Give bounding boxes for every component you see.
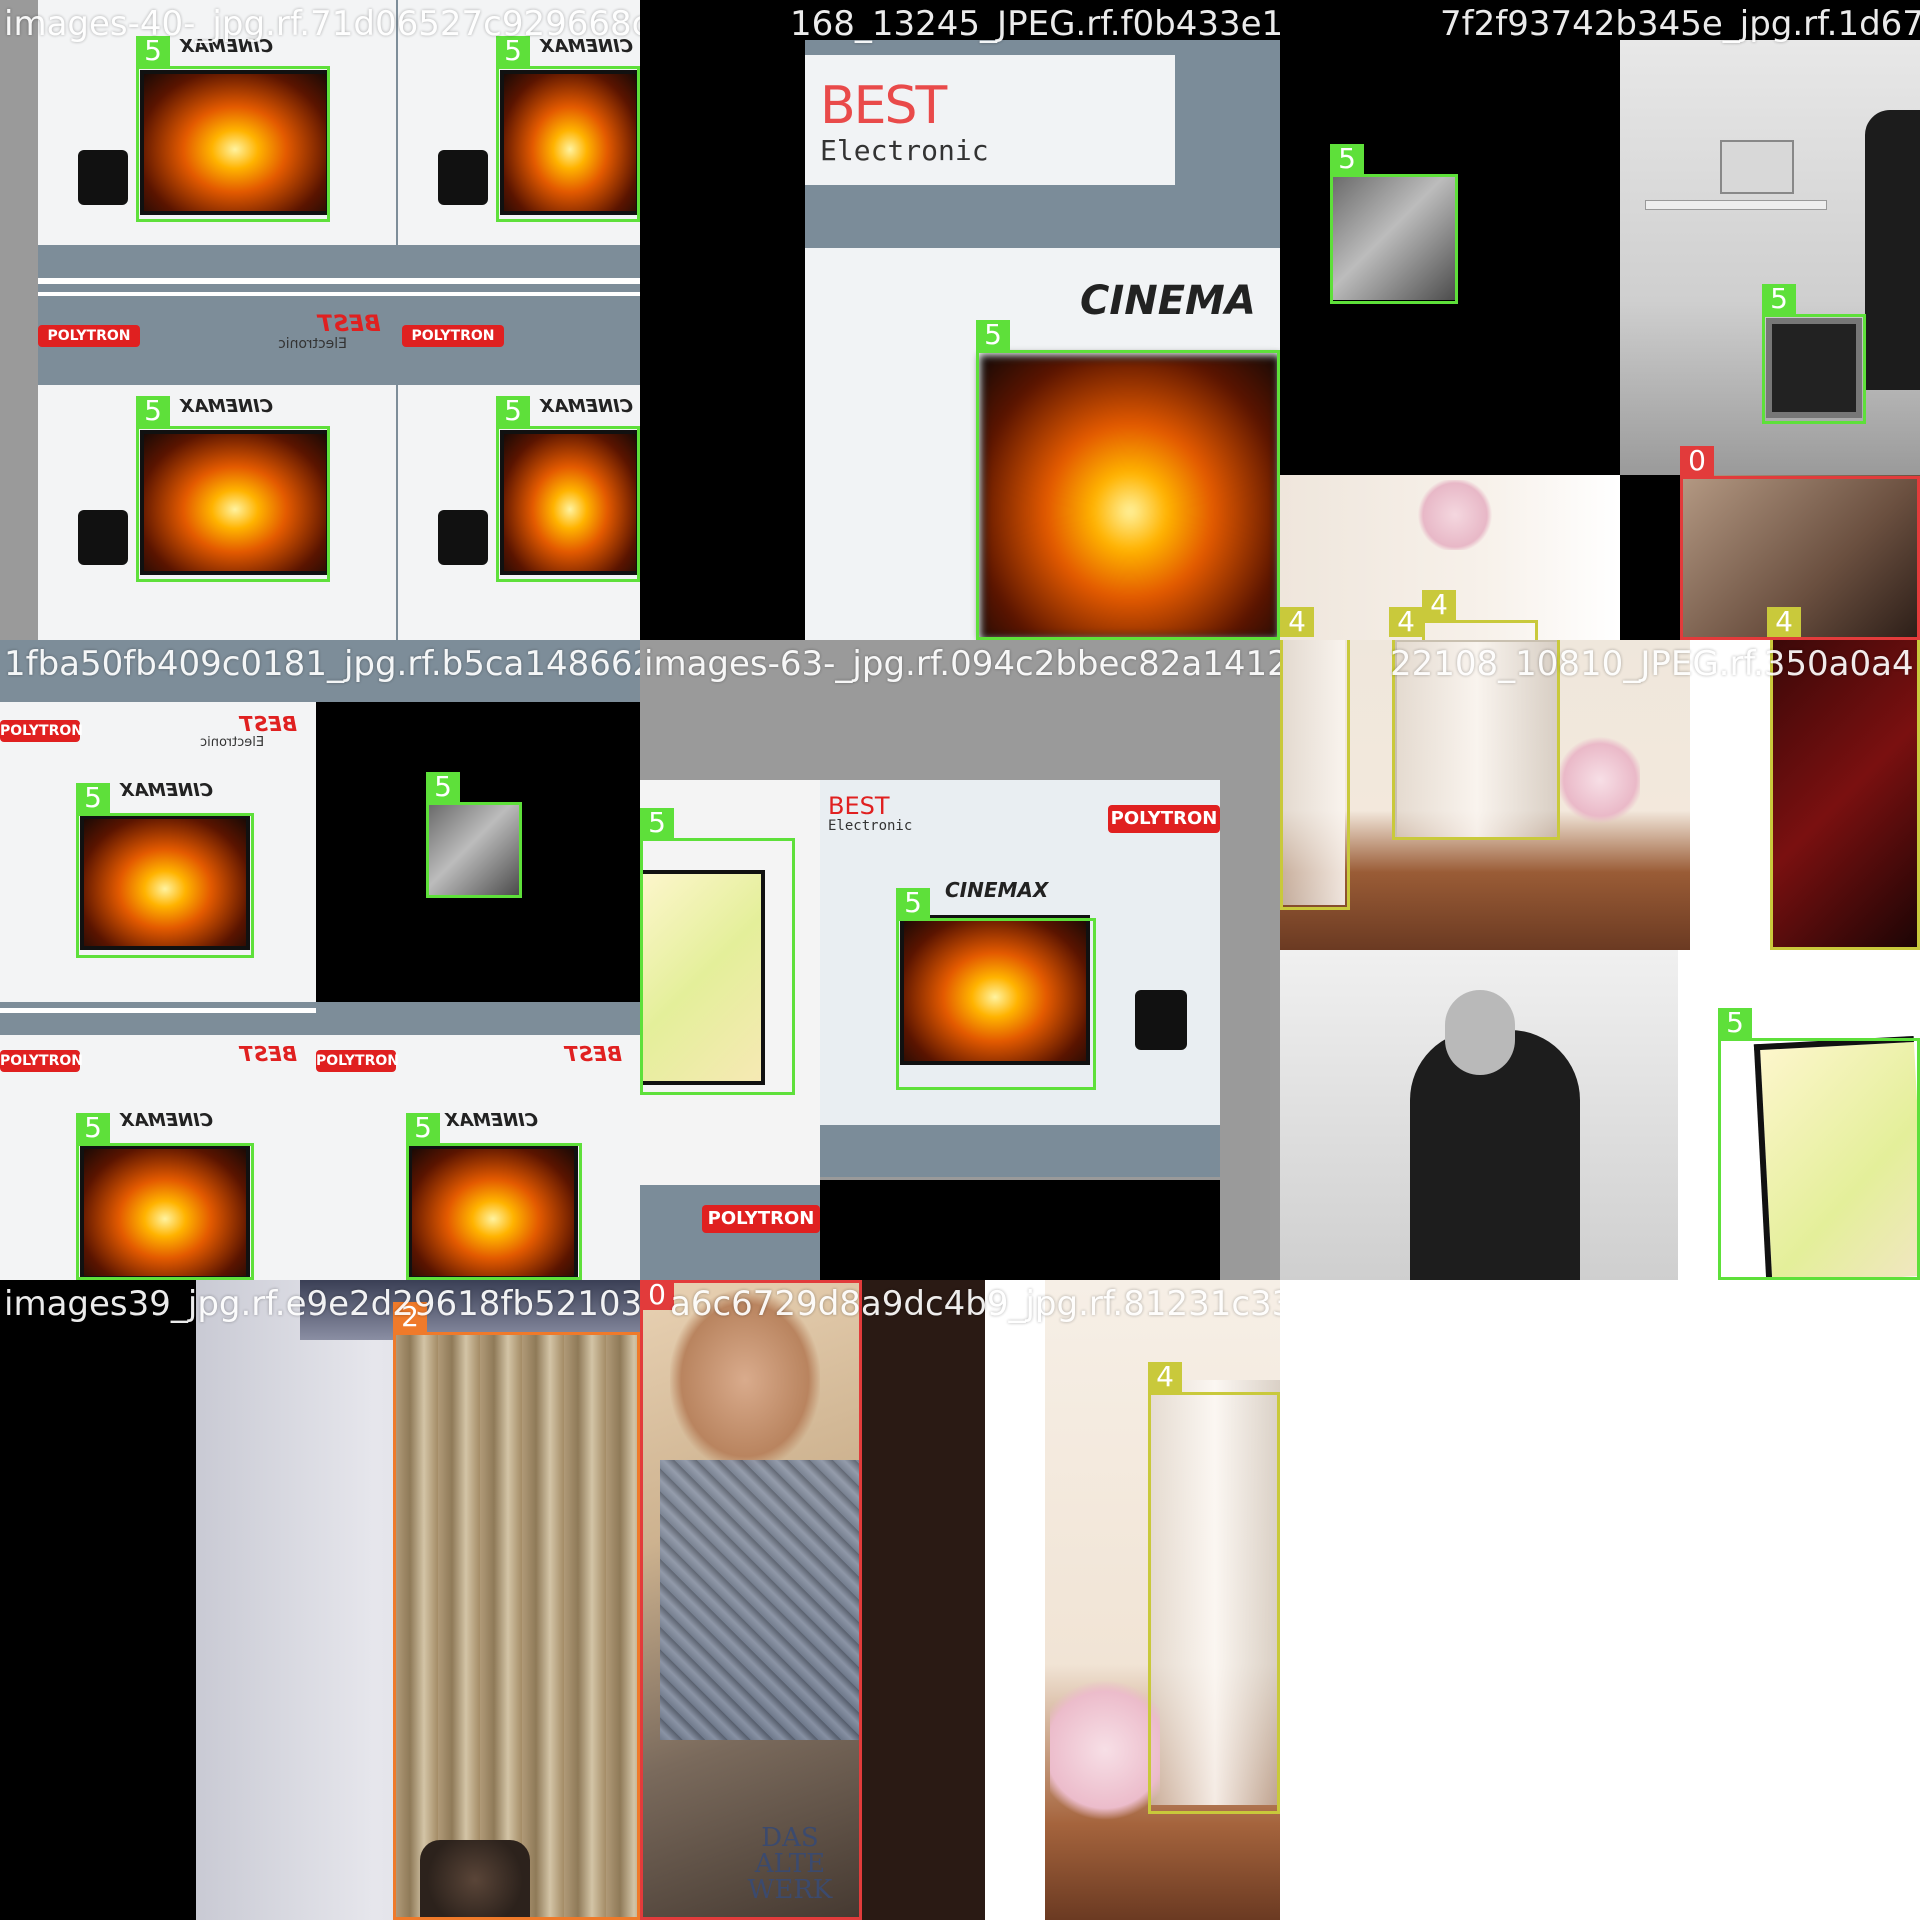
bbox-class-5: 5 [640, 808, 795, 1095]
table [1645, 200, 1827, 210]
tile-title: 1fba50fb409c0181_jpg.rf.b5ca148662739d [4, 644, 640, 684]
tile-title: images-40-_jpg.rf.71d06527c929668c04526 [4, 4, 640, 44]
polytron-sticker: POLYTRON [0, 1050, 83, 1072]
bbox-label: 0 [640, 1280, 674, 1310]
subwoofer [78, 510, 128, 565]
bbox-class-5: 5 [1330, 144, 1458, 304]
empty-area [1280, 1280, 1920, 1920]
polytron-sticker: POLYTRON [402, 325, 504, 347]
polytron-sticker: POLYTRON [0, 720, 83, 742]
cinema-logo: CINEMA [1080, 278, 1256, 324]
cinemax-logo: CINEMAX [945, 878, 1049, 902]
subwoofer [438, 510, 488, 565]
bbox-label: 5 [496, 396, 530, 426]
bbox-label: 5 [76, 783, 110, 813]
best-logo: BEST [828, 792, 890, 820]
bbox-label: 5 [1762, 284, 1796, 314]
polytron-sticker: POLYTRON [702, 1205, 820, 1233]
bbox-label: 5 [406, 1113, 440, 1143]
bbox-class-4: 4 [1148, 1362, 1280, 1814]
bbox-class-5: 5 [136, 396, 330, 582]
bbox-label: 4 [1280, 607, 1314, 637]
tile-title: images-63-_jpg.rf.094c2bbec82a14121 [644, 644, 1280, 684]
bbox-class-5: 5 [136, 36, 330, 222]
bbox-class-5: 5 [1762, 284, 1866, 424]
speaker-head [1445, 990, 1515, 1075]
bbox-class-5: 5 [406, 1113, 582, 1280]
electronic-text: Electronic [278, 336, 348, 352]
electronic-text: Electronic [828, 818, 913, 834]
bbox-label: 0 [1680, 446, 1714, 476]
cinemax-logo: CINEMAX [445, 1110, 538, 1131]
bbox-label: 5 [76, 1113, 110, 1143]
bbox-label: 5 [896, 888, 930, 918]
bbox-label: 5 [426, 772, 460, 802]
mosaic-tile-3: 5 5 0 4 7f2f93742b345e_jpg.rf.1d6758f91 [1280, 0, 1920, 640]
bbox-label: 5 [1718, 1008, 1752, 1038]
best-logo: BEST [820, 76, 947, 136]
tile-title: 22108_10810_JPEG.rf.350a0a4 [1390, 644, 1914, 684]
bbox-label: 4 [1148, 1362, 1182, 1392]
mosaic-tile-5: BEST Electronic POLYTRON POLYTRON CINEMA… [640, 640, 1280, 1280]
best-logo: BEST [318, 312, 381, 337]
bbox-class-0: 0 [640, 1280, 862, 1920]
bbox-label: 5 [640, 808, 674, 838]
subwoofer [78, 150, 128, 205]
electronic-text: Electronic [820, 134, 989, 167]
bbox-class-2: 2 [393, 1302, 640, 1920]
bbox-class-4 [1770, 640, 1920, 950]
bbox-class-5: 5 [496, 36, 640, 222]
dark-side-panel [860, 1280, 985, 1920]
bbox-class-5: 5 [426, 772, 522, 898]
mosaic-tile-1: POLYTRON POLYTRON BEST Electronic CINEMA… [0, 0, 640, 640]
best-logo: BEST [240, 712, 297, 736]
tile-title: 168_13245_JPEG.rf.f0b433e161e8e2153 [790, 4, 1280, 44]
mosaic-tile-4: POLYTRON POLYTRON POLYTRON BEST Electron… [0, 640, 640, 1280]
best-logo: BEST [565, 1042, 622, 1066]
bbox-class-4: 4 [1422, 590, 1538, 640]
best-logo: BEST [240, 1042, 297, 1066]
flower [1560, 735, 1640, 825]
flower [1050, 1670, 1160, 1830]
mosaic-tile-7: 2 images39_jpg.rf.e9e2d29618fb52103 [0, 1280, 640, 1920]
tile-title: a6c6729d8a9dc4b9_jpg.rf.81231c33cc3487cf [670, 1284, 1280, 1324]
bbox-class-5: 5 [496, 396, 640, 582]
polytron-sticker: POLYTRON [1108, 805, 1220, 833]
cinemax-logo: CINEMAX [120, 780, 213, 801]
laptop [1720, 140, 1794, 194]
bbox-label: 4 [1767, 607, 1801, 637]
bbox-label: 4 [1389, 607, 1423, 637]
electronic-text: Electronic [200, 735, 265, 750]
cinemax-logo: CINEMAX [540, 396, 633, 417]
tile-title: 7f2f93742b345e_jpg.rf.1d6758f91 [1440, 4, 1920, 44]
subwoofer [438, 150, 488, 205]
person-silhouette [1865, 110, 1920, 390]
cinemax-logo: CINEMAX [120, 1110, 213, 1131]
stripe [0, 1008, 316, 1013]
subwoofer [1135, 990, 1187, 1050]
bbox-label: 5 [1330, 144, 1364, 174]
bbox-class-5: 5 [76, 1113, 254, 1280]
cinemax-logo: CINEMAX [180, 396, 273, 417]
bbox-label: 4 [1422, 590, 1456, 620]
bbox-class-5: 5 [976, 320, 1280, 640]
polytron-sticker: POLYTRON [38, 325, 140, 347]
poster-stripe [820, 1125, 1220, 1177]
bbox-class-5: 5 [1718, 1008, 1920, 1280]
bbox-label: 5 [136, 396, 170, 426]
bbox-label: 5 [976, 320, 1010, 350]
tile-title: images39_jpg.rf.e9e2d29618fb52103 [4, 1284, 640, 1324]
stripe [38, 292, 640, 296]
mosaic-tile-8: DAS ALTE WERK 0 4 a6c6729d8a9dc4b9_jpg.r… [640, 1280, 1280, 1920]
polytron-sticker: POLYTRON [316, 1050, 399, 1072]
bbox-class-5: 5 [76, 783, 254, 958]
mosaic-tile-2: BEST Electronic CINEMA 5 168_13245_JPEG.… [640, 0, 1280, 640]
mosaic-tile-6: 5 22108_10810_JPEG.rf.350a0a4 [1280, 640, 1920, 1280]
stripe [38, 278, 640, 284]
bbox-class-5: 5 [896, 888, 1096, 1090]
black-region [820, 1180, 1220, 1280]
flower [1415, 480, 1495, 550]
bbox-class-4 [1280, 640, 1350, 910]
